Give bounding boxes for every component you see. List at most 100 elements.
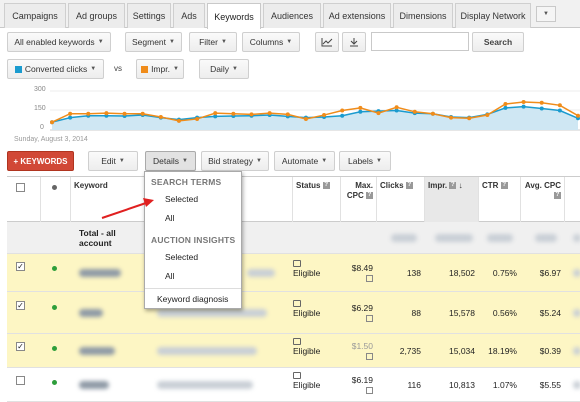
table-row[interactable]: Eligible $6.19 116 10,813 1.07% $5.55 [7,368,580,402]
impressions-point[interactable] [412,109,417,114]
table-row[interactable]: ✓ Eligible $6.29 88 15,578 0.56% $5.24 [7,292,580,334]
more-tabs-button[interactable]: ▼ [536,6,556,22]
impressions-point[interactable] [86,111,91,116]
tab-keywords[interactable]: Keywords [207,3,261,29]
row-checkbox[interactable] [16,376,25,385]
impressions-point[interactable] [158,115,163,119]
converted-clicks-point[interactable] [503,105,508,110]
impressions-point[interactable] [303,116,308,121]
help-icon[interactable]: ? [500,182,508,190]
impressions-point[interactable] [267,111,272,116]
details-dropdown[interactable]: Details ▼ [145,151,196,171]
comment-icon[interactable] [293,300,301,307]
keyword-diagnosis-item[interactable]: Keyword diagnosis [157,294,228,304]
impressions-point[interactable] [557,103,562,108]
converted-clicks-point[interactable] [68,115,73,120]
impressions-point[interactable] [213,111,218,116]
max-cpc-cell[interactable]: $6.29 [341,292,377,333]
keyword-scope-dropdown[interactable]: All enabled keywords ▼ [7,32,111,52]
comment-icon[interactable] [293,260,301,267]
search-terms-all[interactable]: All [165,213,174,223]
avg-cpc-header[interactable]: Avg. CPC ? [521,177,565,223]
impressions-point[interactable] [176,118,181,123]
table-row[interactable]: ✓ Eligible $1.50 2,735 15,034 18.19% $0.… [7,334,580,368]
download-button[interactable] [342,32,366,52]
tab-ads[interactable]: Ads [173,3,205,28]
tab-campaigns[interactable]: Campaigns [4,3,66,28]
impressions-point[interactable] [503,102,508,106]
labels-dropdown[interactable]: Labels ▼ [339,151,391,171]
impressions-point[interactable] [576,113,580,118]
impressions-point[interactable] [485,113,490,118]
impressions-point[interactable] [140,111,145,116]
help-icon[interactable]: ? [366,192,373,200]
row-checkbox[interactable]: ✓ [16,342,25,351]
automate-dropdown[interactable]: Automate ▼ [274,151,335,171]
row-checkbox[interactable]: ✓ [16,262,25,271]
impressions-point[interactable] [322,113,327,118]
ctr-header[interactable]: CTR ? [479,177,521,223]
segment-dropdown[interactable]: Segment ▼ [125,32,182,52]
max-cpc-cell[interactable]: $1.50 [341,334,377,367]
row-checkbox[interactable]: ✓ [16,301,25,310]
impressions-point[interactable] [104,111,109,116]
tab-ad-extensions[interactable]: Ad extensions [323,3,391,28]
columns-dropdown[interactable]: Columns ▼ [242,32,300,52]
metric1-dropdown[interactable]: Converted clicks ▼ [7,59,104,79]
impressions-point[interactable] [340,108,345,113]
edit-dropdown[interactable]: Edit ▼ [88,151,138,171]
impressions-point[interactable] [394,105,399,110]
toggle-graph-button[interactable] [315,32,339,52]
impressions-point[interactable] [50,120,54,125]
bid-adjust-icon[interactable] [366,353,373,360]
converted-clicks-point[interactable] [340,113,345,118]
converted-clicks-point[interactable] [358,109,363,114]
tab-dimensions[interactable]: Dimensions [393,3,453,28]
impressions-point[interactable] [539,100,544,105]
search-input[interactable] [371,32,469,51]
clicks-header[interactable]: Clicks ? [377,177,425,223]
comment-icon[interactable] [293,372,301,379]
converted-clicks-point[interactable] [539,106,544,111]
keyword-blurred[interactable] [79,368,139,401]
bid-strategy-dropdown[interactable]: Bid strategy ▼ [201,151,269,171]
add-keywords-button[interactable]: + KEYWORDS [7,151,74,171]
status-header[interactable]: Status ? [293,177,341,223]
impressions-point[interactable] [430,111,435,116]
search-terms-selected[interactable]: Selected [165,194,198,204]
auction-insights-all[interactable]: All [165,271,174,281]
filter-dropdown[interactable]: Filter ▼ [189,32,237,52]
help-icon[interactable]: ? [449,182,457,190]
search-button[interactable]: Search [472,32,524,52]
impressions-point[interactable] [467,116,472,121]
select-all-checkbox[interactable] [16,183,25,192]
bid-adjust-icon[interactable] [366,315,373,322]
tab-audiences[interactable]: Audiences [263,3,321,28]
keyword-blurred[interactable] [79,292,139,333]
converted-clicks-point[interactable] [557,108,562,113]
keyword-blurred[interactable] [79,254,139,291]
impressions-point[interactable] [122,111,127,116]
max-cpc-cell[interactable]: $8.49 [341,254,377,291]
comment-icon[interactable] [293,338,301,345]
table-row[interactable]: ✓ Eligible $8.49 138 18,502 0.75% $6.97 [7,254,580,292]
max-cpc-header[interactable]: Max. CPC ? [341,177,377,223]
converted-clicks-point[interactable] [521,104,526,109]
period-dropdown[interactable]: Daily ▼ [199,59,249,79]
impressions-point[interactable] [68,111,73,116]
metric2-dropdown[interactable]: Impr. ▼ [136,59,184,79]
tab-display-network[interactable]: Display Network [455,3,531,28]
bid-adjust-icon[interactable] [366,275,373,282]
impressions-point[interactable] [195,116,200,121]
impressions-point[interactable] [231,111,236,116]
impressions-point[interactable] [249,112,254,117]
help-icon[interactable]: ? [322,182,330,190]
impressions-point[interactable] [449,115,454,120]
impressions-point[interactable] [376,111,381,116]
impr-header[interactable]: Impr. ? ↓ [425,177,479,223]
impressions-point[interactable] [285,112,290,117]
max-cpc-cell[interactable]: $6.19 [341,368,377,401]
keyword-blurred[interactable] [79,334,139,367]
tab-settings[interactable]: Settings [127,3,171,28]
help-icon[interactable]: ? [554,192,561,200]
